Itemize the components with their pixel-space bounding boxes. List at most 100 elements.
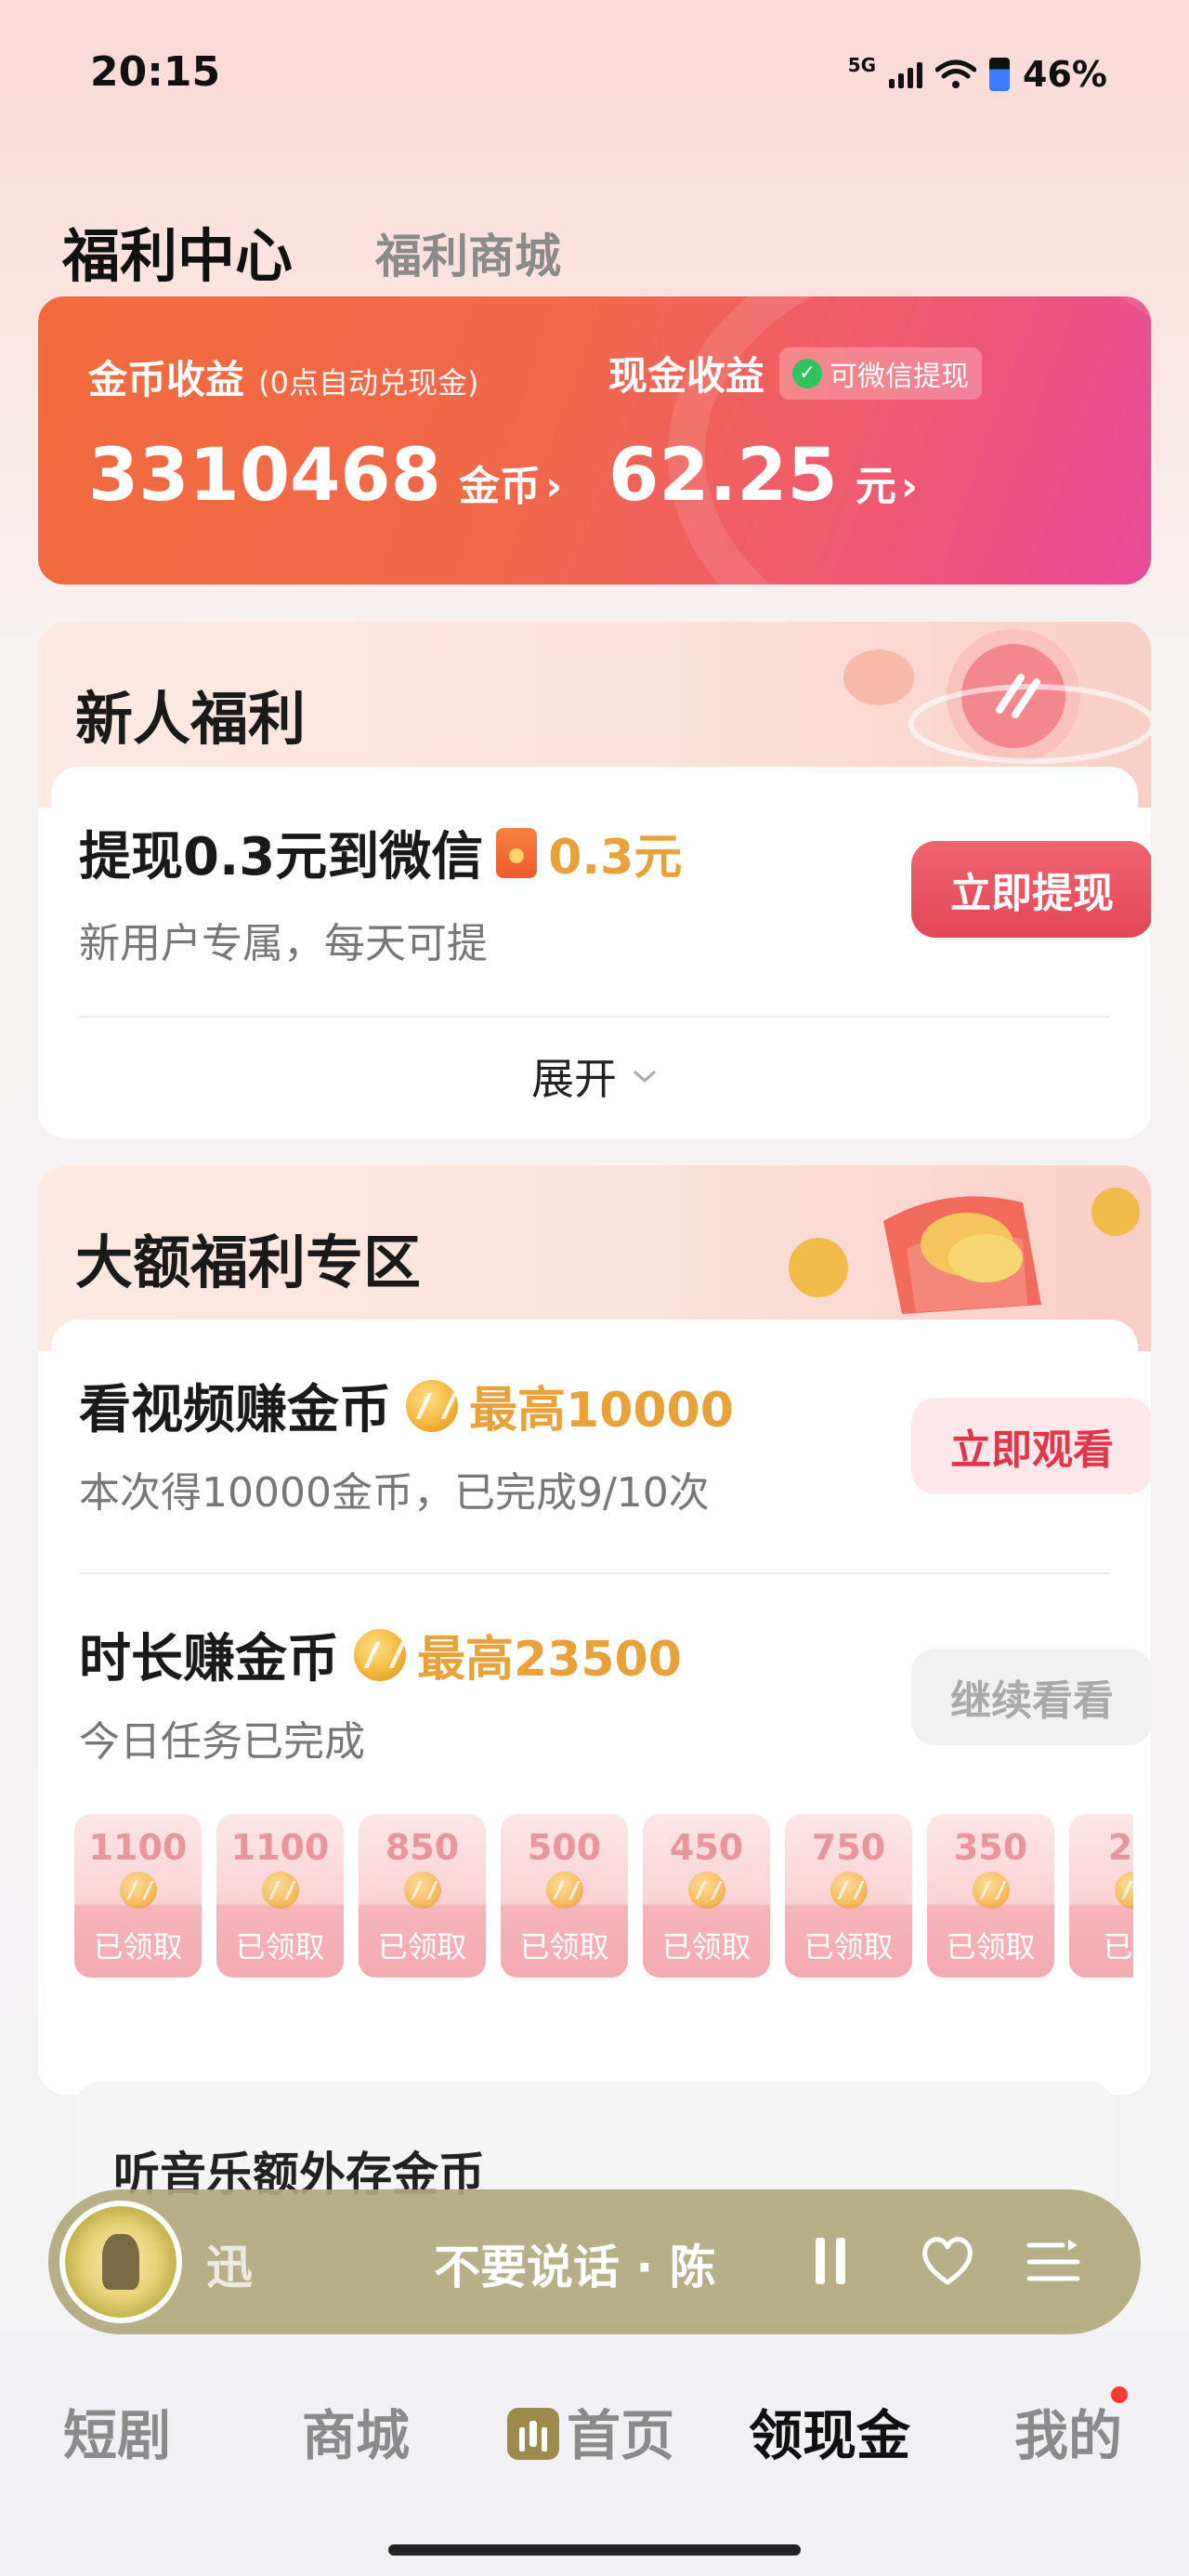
red-envelope-gift-icon bbox=[789, 1188, 1140, 1314]
signal-icon bbox=[889, 60, 923, 88]
coin-icon bbox=[406, 1379, 458, 1432]
watch-now-button[interactable]: 立即观看 bbox=[911, 1398, 1151, 1494]
reward-tile-status: 已领 bbox=[1103, 1929, 1133, 1965]
newbie-task-amount: 0.3元 bbox=[548, 830, 683, 886]
coin-icon bbox=[687, 1872, 725, 1909]
reward-tile[interactable]: 750 已领取 bbox=[785, 1814, 912, 1978]
reward-tile[interactable]: 25 已领 bbox=[1069, 1814, 1133, 1978]
bottom-nav: 短剧 商城 首页 领现金 我的 bbox=[0, 2334, 1189, 2576]
reward-tile-status: 已领取 bbox=[946, 1929, 1036, 1965]
reward-tile-value: 500 bbox=[527, 1827, 602, 1868]
newbie-task-title-row: 提现0.3元到微信 0.3元 bbox=[79, 815, 682, 890]
duration-task-title-row: 时长赚金币 最高23500 bbox=[79, 1617, 682, 1692]
reward-tile[interactable]: 1100 已领取 bbox=[74, 1814, 202, 1978]
cash-earnings-header: 现金收益 ✓ 可微信提现 bbox=[608, 345, 983, 401]
battery-icon bbox=[989, 58, 1011, 91]
pause-icon[interactable] bbox=[812, 2230, 849, 2292]
music-player-bar[interactable]: 迅 不要说话 · 陈 bbox=[48, 2189, 1141, 2334]
cash-earnings-value: 62.25 bbox=[608, 434, 838, 518]
status-icons: 5G 46% bbox=[848, 54, 1107, 95]
reward-tile-status: 已领取 bbox=[519, 1929, 609, 1965]
coin-earnings-value: 3310468 bbox=[88, 434, 441, 518]
nav-item-home-label: 首页 bbox=[567, 2404, 675, 2467]
reward-tile-status: 已领取 bbox=[804, 1929, 894, 1965]
reward-tile-value: 750 bbox=[811, 1827, 886, 1868]
reward-tile[interactable]: 500 已领取 bbox=[501, 1814, 628, 1978]
reward-tile-status: 已领取 bbox=[661, 1929, 751, 1965]
reward-tile-value: 1100 bbox=[88, 1827, 188, 1868]
reward-tile-status: 已领取 bbox=[235, 1929, 325, 1965]
coin-icon bbox=[1114, 1872, 1133, 1909]
battery-percent: 46% bbox=[1023, 54, 1107, 95]
chevron-right-icon: › bbox=[900, 463, 919, 510]
newbie-section: 新人福利 提现0.3元到微信 0.3元 新用户专属，每天可提 立即提现 展开 bbox=[38, 622, 1151, 1138]
chevron-right-icon: › bbox=[545, 463, 563, 510]
nav-item-home[interactable]: 首页 bbox=[507, 2392, 674, 2470]
coin-earnings-unit: 金币 bbox=[459, 463, 542, 510]
coin-earnings-link[interactable]: 3310468 金币 › bbox=[88, 434, 562, 518]
home-icon bbox=[507, 2407, 559, 2460]
expand-label: 展开 bbox=[531, 1054, 617, 1104]
coin-earnings-note: (0点自动兑现金) bbox=[258, 365, 479, 401]
reward-tile[interactable]: 350 已领取 bbox=[927, 1814, 1054, 1978]
coin-icon bbox=[119, 1872, 157, 1909]
reward-tile-value: 25 bbox=[1108, 1827, 1133, 1868]
duration-task-title: 时长赚金币 bbox=[79, 1629, 339, 1689]
divider bbox=[79, 1016, 1110, 1018]
reward-tile-value: 450 bbox=[669, 1827, 744, 1868]
reward-tile[interactable]: 1100 已领取 bbox=[216, 1814, 344, 1978]
divider bbox=[79, 1572, 1110, 1574]
newbie-section-title: 新人福利 bbox=[75, 685, 307, 753]
player-song-title: 不要说话 · 陈 bbox=[434, 2241, 716, 2294]
nav-item-mine[interactable]: 我的 bbox=[1014, 2392, 1122, 2470]
wechat-check-icon: ✓ bbox=[792, 358, 823, 388]
red-envelope-icon bbox=[496, 827, 538, 878]
cash-earnings-link[interactable]: 62.25 元 › bbox=[608, 434, 918, 518]
wifi-icon bbox=[935, 59, 977, 88]
cash-earnings-unit: 元 bbox=[855, 463, 896, 510]
coin-icon bbox=[354, 1628, 406, 1681]
reward-tile[interactable]: 850 已领取 bbox=[359, 1814, 486, 1978]
nav-item-short-drama[interactable]: 短剧 bbox=[63, 2392, 171, 2470]
tab-welfare-mall[interactable]: 福利商城 bbox=[375, 219, 561, 286]
nav-item-mall[interactable]: 商城 bbox=[302, 2392, 410, 2470]
video-task-title-row: 看视频赚金币 最高10000 bbox=[79, 1368, 734, 1443]
reward-tile-status: 已领取 bbox=[93, 1929, 183, 1965]
coin-icon bbox=[261, 1872, 299, 1909]
video-task-highlight: 最高10000 bbox=[469, 1383, 734, 1439]
newbie-task-subtitle: 新用户专属，每天可提 bbox=[79, 920, 488, 967]
newbie-task-title: 提现0.3元到微信 bbox=[79, 827, 484, 887]
wechat-withdraw-label: 可微信提现 bbox=[830, 360, 970, 393]
tab-welfare-center[interactable]: 福利中心 bbox=[62, 209, 293, 293]
reward-tile[interactable]: 450 已领取 bbox=[643, 1814, 770, 1978]
coin-icon bbox=[403, 1872, 441, 1909]
network-type: 5G bbox=[847, 54, 877, 76]
wechat-withdraw-badge: ✓ 可微信提现 bbox=[779, 347, 983, 400]
coin-earnings-label: 金币收益 bbox=[88, 357, 245, 402]
keep-watching-button[interactable]: 继续看看 bbox=[911, 1649, 1151, 1745]
coin-earnings-header: 金币收益 (0点自动兑现金) bbox=[88, 348, 478, 405]
status-time: 20:15 bbox=[90, 48, 221, 96]
big-bonus-section-title: 大额福利专区 bbox=[75, 1229, 422, 1296]
chevron-down-icon bbox=[633, 1070, 657, 1084]
expand-toggle[interactable]: 展开 bbox=[51, 1045, 1138, 1107]
nav-item-get-cash[interactable]: 领现金 bbox=[749, 2392, 910, 2470]
album-cover[interactable] bbox=[59, 2201, 182, 2323]
playlist-icon[interactable] bbox=[1024, 2234, 1083, 2290]
coin-icon bbox=[545, 1872, 583, 1909]
player-artist: 迅 bbox=[206, 2241, 253, 2294]
coin-icon bbox=[830, 1872, 868, 1909]
earnings-card: 金币收益 (0点自动兑现金) 3310468 金币 › 现金收益 ✓ 可微信提现… bbox=[38, 296, 1151, 585]
reward-tile-value: 850 bbox=[385, 1827, 460, 1868]
reward-tile-value: 1100 bbox=[230, 1827, 330, 1868]
reward-tile-status: 已领取 bbox=[377, 1929, 467, 1965]
duration-task-highlight: 最高23500 bbox=[417, 1632, 682, 1688]
withdraw-now-button[interactable]: 立即提现 bbox=[911, 841, 1151, 938]
notification-dot bbox=[1111, 2386, 1128, 2403]
heart-icon[interactable] bbox=[917, 2230, 978, 2292]
cash-earnings-label: 现金收益 bbox=[608, 353, 765, 399]
newbie-task-card: 提现0.3元到微信 0.3元 新用户专属，每天可提 立即提现 展开 bbox=[51, 767, 1151, 1125]
video-task-title: 看视频赚金币 bbox=[79, 1380, 391, 1440]
home-indicator bbox=[388, 2544, 801, 2556]
duration-task-subtitle: 今日任务已完成 bbox=[79, 1718, 365, 1766]
